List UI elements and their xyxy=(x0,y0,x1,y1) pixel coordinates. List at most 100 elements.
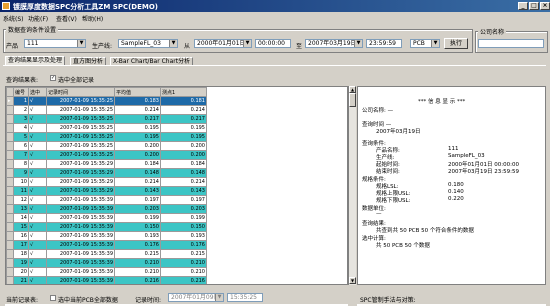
table-row[interactable]: 19 √ 2007-01-09 15:35:39 0.210 0.210 xyxy=(6,258,207,268)
to-time-value: 23:59:59 xyxy=(369,40,396,47)
query-group-title: 数据查询条件设置 xyxy=(6,25,59,34)
results-grid[interactable]: 编号 选中 记录时间 平均值 测点1 ▸ 1 √ 2007-01-09 15:35:2… xyxy=(5,86,348,285)
row-indicator xyxy=(6,186,14,196)
cell-no: 6 xyxy=(13,141,29,151)
scroll-thumb[interactable] xyxy=(349,93,356,107)
cell-selected: √ xyxy=(28,114,47,124)
maximize-button[interactable]: □ xyxy=(529,2,539,10)
cell-point1: 0.195 xyxy=(160,132,207,142)
current-date-picker[interactable]: 2007年01月09日 ▼ xyxy=(168,293,224,302)
cell-time: 2007-01-09 15:35:39 xyxy=(46,249,115,259)
cell-time: 2007-01-09 15:35:29 xyxy=(46,159,115,169)
row-indicator: ▸ xyxy=(6,96,14,106)
table-row[interactable]: 20 √ 2007-01-09 15:35:39 0.210 0.210 xyxy=(6,267,207,277)
unit-select[interactable]: PCB ▼ xyxy=(410,39,440,48)
results-header-row: 编号 选中 记录时间 平均值 测点1 xyxy=(6,87,207,97)
menu-system[interactable]: 系统(S) xyxy=(3,14,24,23)
cell-selected: √ xyxy=(28,159,47,169)
cell-point1: 0.150 xyxy=(160,222,207,232)
row-indicator xyxy=(6,114,14,124)
select-pcb-checkbox[interactable] xyxy=(50,295,56,301)
execute-button[interactable]: 执行 xyxy=(444,38,468,49)
table-row[interactable]: 15 √ 2007-01-09 15:35:39 0.150 0.150 xyxy=(6,222,207,232)
cell-avg: 0.214 xyxy=(114,177,161,187)
close-button[interactable]: × xyxy=(540,2,550,10)
row-indicator xyxy=(6,222,14,232)
menu-view[interactable]: 查看(V) xyxy=(56,14,77,23)
cell-time: 2007-01-09 15:35:29 xyxy=(46,177,115,187)
company-name-field[interactable] xyxy=(478,39,544,48)
to-time-field[interactable]: 23:59:59 xyxy=(366,39,402,48)
cell-no: 4 xyxy=(13,123,29,133)
table-row[interactable]: 7 √ 2007-01-09 15:35:25 0.200 0.200 xyxy=(6,150,207,160)
table-row[interactable]: 9 √ 2007-01-09 15:35:29 0.148 0.148 xyxy=(6,168,207,178)
line-label: 生产线: xyxy=(92,43,113,50)
table-row[interactable]: 11 √ 2007-01-09 15:35:29 0.143 0.143 xyxy=(6,186,207,196)
minimize-button[interactable]: _ xyxy=(518,2,528,10)
current-time-field[interactable]: 15:35:25 xyxy=(227,293,263,302)
from-time-field[interactable]: 00:00:00 xyxy=(255,39,291,48)
from-date-picker[interactable]: 2000年01月01日 ▼ xyxy=(194,39,252,48)
results-scrollbar[interactable]: ▲ ▼ xyxy=(348,86,356,285)
col-header-no[interactable]: 编号 xyxy=(13,87,29,97)
menu-function[interactable]: 功能(F) xyxy=(28,14,48,23)
table-row[interactable]: 18 √ 2007-01-09 15:35:39 0.215 0.215 xyxy=(6,249,207,259)
table-row[interactable]: 6 √ 2007-01-09 15:35:25 0.200 0.200 xyxy=(6,141,207,151)
cell-time: 2007-01-09 15:35:39 xyxy=(46,267,115,277)
cell-selected: √ xyxy=(28,222,47,232)
cell-selected: √ xyxy=(28,150,47,160)
cell-point1: 0.214 xyxy=(160,105,207,115)
menu-bar: 系统(S) 功能(F) 查看(V) 帮助(H) xyxy=(0,12,550,23)
table-row[interactable]: 12 √ 2007-01-09 15:35:39 0.197 0.197 xyxy=(6,195,207,205)
info-usl-value: 0.140 xyxy=(448,189,464,195)
cell-selected: √ xyxy=(28,177,47,187)
cell-selected: √ xyxy=(28,141,47,151)
col-header-selected[interactable]: 选中 xyxy=(28,87,47,97)
table-row[interactable]: 17 √ 2007-01-09 15:35:39 0.176 0.176 xyxy=(6,240,207,250)
cell-time: 2007-01-09 15:35:39 xyxy=(46,204,115,214)
table-row[interactable]: 21 √ 2007-01-09 15:35:39 0.216 0.216 xyxy=(6,276,207,284)
row-indicator xyxy=(6,123,14,133)
cell-avg: 0.210 xyxy=(114,267,161,277)
cell-time: 2007-01-09 15:35:39 xyxy=(46,276,115,284)
row-indicator xyxy=(6,276,14,284)
table-row[interactable]: ▸ 1 √ 2007-01-09 15:35:25 0.183 0.181 xyxy=(6,96,207,106)
menu-help[interactable]: 帮助(H) xyxy=(82,14,103,23)
table-row[interactable]: 8 √ 2007-01-09 15:35:29 0.184 0.184 xyxy=(6,159,207,169)
table-row[interactable]: 2 √ 2007-01-09 15:35:25 0.214 0.214 xyxy=(6,105,207,115)
to-label: 至 xyxy=(296,43,303,50)
product-select[interactable]: 111 ▼ xyxy=(24,39,86,48)
col-header-point1[interactable]: 测点1 xyxy=(160,87,207,97)
from-time-value: 00:00:00 xyxy=(258,40,285,47)
table-row[interactable]: 14 √ 2007-01-09 15:35:39 0.199 0.199 xyxy=(6,213,207,223)
product-value: 111 xyxy=(27,40,39,47)
cell-avg: 0.148 xyxy=(114,168,161,178)
scroll-down-icon[interactable]: ▼ xyxy=(349,277,356,284)
table-row[interactable]: 4 √ 2007-01-09 15:35:25 0.195 0.195 xyxy=(6,123,207,133)
cell-selected: √ xyxy=(28,231,47,241)
cell-time: 2007-01-09 15:35:39 xyxy=(46,231,115,241)
cell-point1: 0.176 xyxy=(160,240,207,250)
unit-value: PCB xyxy=(413,40,425,47)
select-all-checkbox[interactable]: ✓ xyxy=(50,75,56,81)
table-row[interactable]: 13 √ 2007-01-09 15:35:39 0.203 0.203 xyxy=(6,204,207,214)
col-header-time[interactable]: 记录时间 xyxy=(46,87,115,97)
table-row[interactable]: 16 √ 2007-01-09 15:35:39 0.193 0.193 xyxy=(6,231,207,241)
info-result-line: 共查到共 50 PCB 50 个符合条件的数据 xyxy=(376,228,474,234)
col-header-avg[interactable]: 平均值 xyxy=(114,87,161,97)
cell-point1: 0.199 xyxy=(160,213,207,223)
cell-time: 2007-01-09 15:35:39 xyxy=(46,195,115,205)
scroll-up-icon[interactable]: ▲ xyxy=(349,86,356,93)
tab-divider xyxy=(3,65,546,66)
table-row[interactable]: 3 √ 2007-01-09 15:35:25 0.217 0.217 xyxy=(6,114,207,124)
cell-point1: 0.184 xyxy=(160,159,207,169)
cell-no: 8 xyxy=(13,159,29,169)
cell-no: 16 xyxy=(13,231,29,241)
to-date-picker[interactable]: 2007年03月19日 ▼ xyxy=(305,39,363,48)
table-row[interactable]: 5 √ 2007-01-09 15:35:25 0.195 0.195 xyxy=(6,132,207,142)
line-select[interactable]: SampleFL_03 ▼ xyxy=(118,39,178,48)
cell-no: 19 xyxy=(13,258,29,268)
cell-selected: √ xyxy=(28,132,47,142)
table-row[interactable]: 10 √ 2007-01-09 15:35:29 0.214 0.214 xyxy=(6,177,207,187)
chevron-down-icon: ▼ xyxy=(431,40,439,47)
